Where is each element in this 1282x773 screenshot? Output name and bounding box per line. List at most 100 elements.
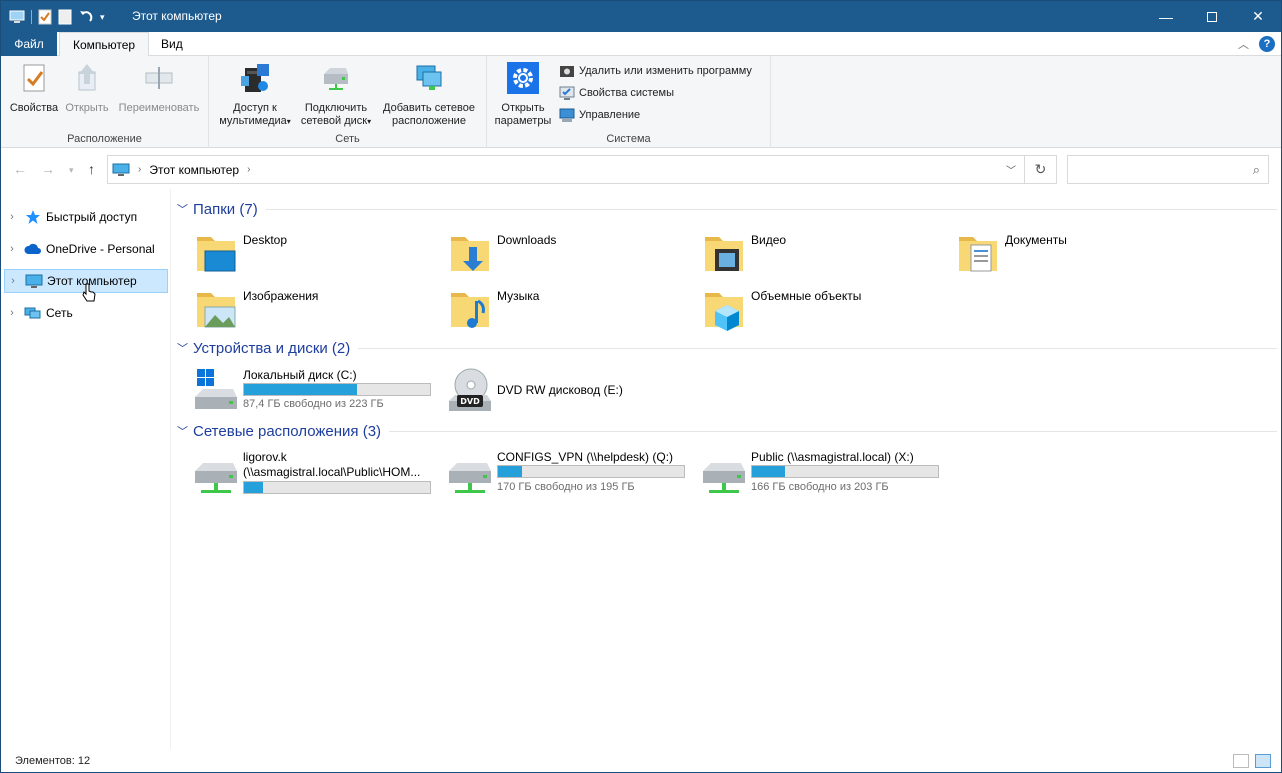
tab-file[interactable]: Файл (1, 32, 57, 56)
window-title: Этот компьютер (132, 9, 222, 23)
refresh-button[interactable]: ↻ (1025, 155, 1057, 184)
computer-icon (112, 163, 130, 176)
section-devices[interactable]: ﹀ Устройства и диски (2) (177, 337, 1277, 359)
details-view-button[interactable] (1233, 754, 1249, 768)
section-title: Устройства и диски (2) (193, 339, 351, 357)
back-arrow-icon[interactable]: ← (13, 161, 27, 177)
group-label-system: Система (606, 133, 651, 145)
undo-icon[interactable] (78, 9, 94, 25)
maximize-button[interactable] (1189, 1, 1235, 32)
system-properties-button[interactable]: Свойства системы (559, 83, 674, 103)
close-button[interactable]: ✕ (1235, 1, 1281, 32)
uninstall-icon (560, 66, 574, 77)
map-network-drive-button[interactable]: Подключить сетевой диск▾ (299, 60, 373, 128)
help-icon[interactable]: ? (1259, 36, 1275, 52)
collapse-ribbon-icon[interactable]: ︿ (1238, 36, 1249, 52)
forward-arrow-icon[interactable]: → (41, 161, 55, 177)
content-pane: ﹀ Папки (7) Desktop Downloads Видео Доку… (173, 189, 1281, 749)
local-disk-icon (195, 369, 237, 409)
manage-button[interactable]: Управление (559, 105, 640, 125)
group-label-location: Расположение (67, 133, 142, 145)
media-access-button[interactable]: Доступ к мультимедиа▾ (213, 60, 297, 128)
folder-tile[interactable]: Документы (935, 227, 1185, 281)
star-icon (26, 210, 40, 224)
collapse-chevron-icon[interactable]: ﹀ (177, 201, 191, 217)
group-label-network: Сеть (335, 133, 360, 145)
recent-locations-icon[interactable]: ▾ (69, 165, 74, 176)
folder-tile[interactable]: Desktop (173, 227, 423, 281)
drive-tile[interactable]: DVD DVD RW дисковод (E:) (427, 365, 677, 417)
search-input[interactable]: ⌕ (1067, 155, 1269, 184)
network-location-icon (416, 65, 442, 90)
expand-chevron-icon[interactable]: › (5, 275, 21, 287)
address-bar[interactable]: › Этот компьютер › (107, 155, 1025, 184)
tiles-view-button[interactable] (1255, 754, 1271, 768)
item-count: Элементов: 12 (15, 755, 91, 767)
close-icon: ✕ (1252, 8, 1264, 24)
computer-icon (25, 274, 43, 288)
rename-icon (145, 67, 173, 89)
disk-usage-bar (243, 481, 431, 494)
network-drive-tile[interactable]: ligorov.k (\\asmagistral.local\Public\HO… (173, 449, 431, 499)
system-properties-icon (559, 86, 575, 100)
section-network-locations[interactable]: ﹀ Сетевые расположения (3) (177, 420, 1277, 442)
minimize-button[interactable]: — (1143, 1, 1189, 32)
tab-view[interactable]: Вид (148, 32, 196, 56)
cloud-icon (24, 243, 41, 254)
collapse-chevron-icon[interactable]: ﹀ (177, 340, 191, 356)
uninstall-program-button[interactable]: Удалить или изменить программу (559, 61, 752, 81)
search-icon: ⌕ (1252, 162, 1260, 177)
folder-tile[interactable]: Изображения (173, 283, 423, 337)
status-bar: Элементов: 12 (1, 751, 1281, 772)
breadcrumb-separator-icon[interactable]: › (138, 164, 141, 175)
network-drive-icon (324, 68, 348, 90)
svg-text:DVD: DVD (460, 397, 480, 406)
disk-usage-fill (498, 466, 523, 477)
network-drive-icon (449, 463, 491, 493)
expand-chevron-icon[interactable]: › (4, 307, 20, 319)
section-folders[interactable]: ﹀ Папки (7) (177, 198, 1277, 220)
address-dropdown-button[interactable]: ﹀ (997, 155, 1025, 184)
settings-gear-icon (507, 62, 539, 94)
new-folder-icon[interactable] (58, 9, 72, 25)
add-network-location-button[interactable]: Добавить сетевое расположение (377, 60, 481, 128)
network-drive-tile[interactable]: Public (\\asmagistral.local) (X:) 166 ГБ… (681, 449, 939, 499)
breadcrumb-item[interactable]: Этот компьютер (149, 163, 239, 177)
dropdown-arrow-icon: ▾ (286, 117, 291, 126)
disk-usage-bar (751, 465, 939, 478)
folder-tile[interactable]: Downloads (427, 227, 677, 281)
folder-tile[interactable]: Объемные объекты (681, 283, 931, 337)
tab-computer[interactable]: Компьютер (59, 32, 150, 57)
up-arrow-icon[interactable]: ↑ (88, 161, 95, 177)
section-title: Папки (7) (193, 200, 258, 218)
chevron-down-icon: ﹀ (1006, 166, 1016, 177)
open-button[interactable]: Открыть (61, 60, 113, 115)
toolbar-divider (31, 10, 32, 24)
free-space-text: 166 ГБ свободно из 203 ГБ (751, 481, 889, 493)
open-settings-button[interactable]: Открыть параметры (491, 60, 555, 128)
open-icon (78, 64, 96, 91)
maximize-icon (1207, 11, 1217, 22)
network-drive-tile[interactable]: CONFIGS_VPN (\\helpdesk) (Q:) 170 ГБ сво… (427, 449, 685, 499)
folder-tile[interactable]: Видео (681, 227, 931, 281)
group-network: Доступ к мультимедиа▾ Подключить сетевой… (209, 56, 487, 148)
navigation-pane: › Быстрый доступ › OneDrive - Personal ›… (1, 189, 171, 749)
downloads-folder-icon (451, 237, 489, 271)
properties-icon[interactable] (38, 9, 52, 25)
section-divider (358, 347, 1277, 349)
nav-item-onedrive[interactable]: › OneDrive - Personal (4, 237, 168, 261)
ribbon: Свойства Открыть Переименовать Расположе… (1, 56, 1281, 148)
expand-chevron-icon[interactable]: › (4, 211, 20, 223)
minimize-icon: — (1159, 8, 1173, 25)
collapse-chevron-icon[interactable]: ﹀ (177, 423, 191, 439)
properties-button[interactable]: Свойства (7, 60, 61, 115)
rename-button[interactable]: Переименовать (113, 60, 205, 115)
expand-chevron-icon[interactable]: › (4, 243, 20, 255)
disk-usage-fill (244, 384, 358, 395)
nav-item-quick-access[interactable]: › Быстрый доступ (4, 205, 168, 229)
folder-tile[interactable]: Музыка (427, 283, 677, 337)
drive-tile[interactable]: Локальный диск (C:) 87,4 ГБ свободно из … (173, 365, 431, 417)
breadcrumb-separator-icon[interactable]: › (247, 164, 250, 175)
nav-item-network[interactable]: › Сеть (4, 301, 168, 325)
customize-toolbar-icon[interactable]: ▾ (100, 12, 105, 23)
